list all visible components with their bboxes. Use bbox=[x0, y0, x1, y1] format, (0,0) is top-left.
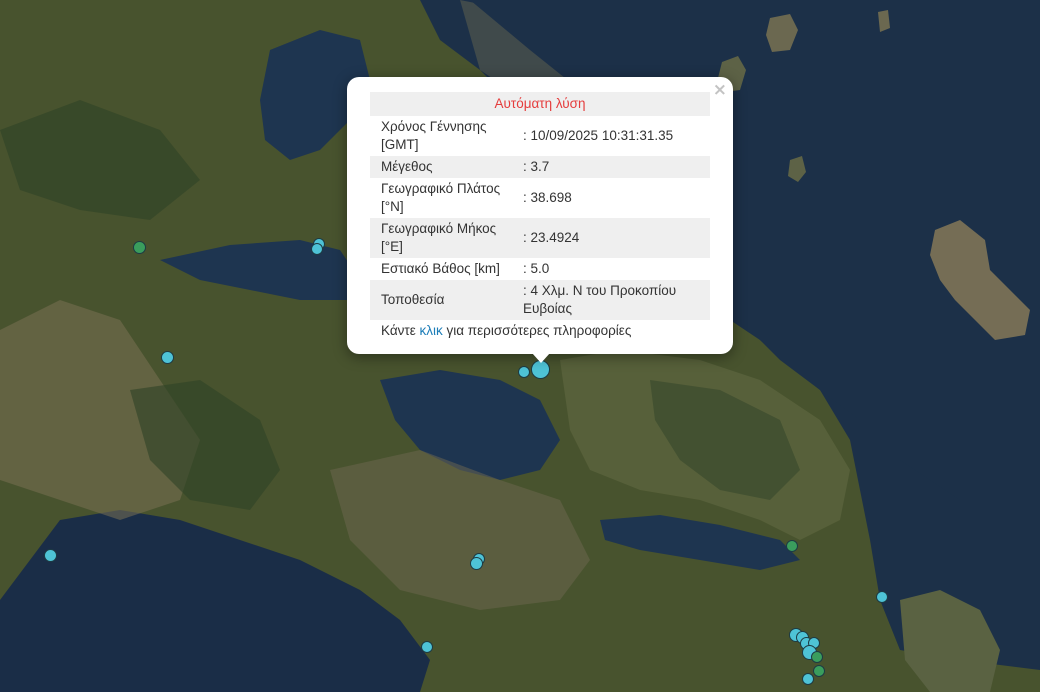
more-info-link[interactable]: κλικ bbox=[420, 323, 443, 338]
table-row: Τοποθεσία : 4 Χλμ. Ν του Προκοπίου Ευβοί… bbox=[370, 280, 710, 320]
earthquake-info-popup: × Αυτόματη λύση Χρόνος Γέννησης [GMT] : … bbox=[347, 77, 733, 354]
popup-tip bbox=[532, 353, 550, 363]
map-view[interactable]: × Αυτόματη λύση Χρόνος Γέννησης [GMT] : … bbox=[0, 0, 1040, 692]
earthquake-marker[interactable] bbox=[470, 557, 483, 570]
earthquake-marker[interactable] bbox=[133, 241, 146, 254]
row-label: Γεωγραφικό Μήκος [°E] bbox=[381, 221, 497, 254]
table-row: Χρόνος Γέννησης [GMT] : 10/09/2025 10:31… bbox=[370, 116, 710, 156]
earthquake-marker[interactable] bbox=[311, 243, 323, 255]
row-value: : 5.0 bbox=[523, 261, 550, 276]
earthquake-marker[interactable] bbox=[876, 591, 888, 603]
row-value: : 38.698 bbox=[523, 190, 572, 205]
solution-type-title: Αυτόματη λύση bbox=[370, 92, 710, 116]
row-value: : 4 Χλμ. Ν του Προκοπίου Ευβοίας bbox=[523, 283, 677, 316]
row-label: Εστιακό Βάθος [km] bbox=[381, 261, 500, 276]
earthquake-details-table: Αυτόματη λύση Χρόνος Γέννησης [GMT] : 10… bbox=[370, 92, 710, 320]
popup-close-icon[interactable]: × bbox=[713, 80, 727, 100]
row-value: : 23.4924 bbox=[523, 230, 580, 245]
row-label: Τοποθεσία bbox=[381, 292, 445, 307]
earthquake-marker[interactable] bbox=[518, 366, 530, 378]
earthquake-marker[interactable] bbox=[786, 540, 798, 552]
earthquake-marker[interactable] bbox=[44, 549, 57, 562]
earthquake-marker[interactable] bbox=[421, 641, 433, 653]
table-row: Εστιακό Βάθος [km] : 5.0 bbox=[370, 258, 710, 280]
earthquake-marker[interactable] bbox=[811, 651, 823, 663]
table-row: Γεωγραφικό Μήκος [°E] : 23.4924 bbox=[370, 218, 710, 258]
earthquake-marker[interactable] bbox=[813, 665, 825, 677]
row-label: Γεωγραφικό Πλάτος [°N] bbox=[381, 181, 501, 214]
row-value: : 10/09/2025 10:31:31.35 bbox=[523, 128, 674, 143]
table-row: Μέγεθος : 3.7 bbox=[370, 156, 710, 178]
popup-footer: Κάντε κλικ για περισσότερες πληροφορίες bbox=[370, 323, 710, 338]
earthquake-marker[interactable] bbox=[802, 673, 814, 685]
row-label: Μέγεθος bbox=[381, 159, 433, 174]
footer-suffix: για περισσότερες πληροφορίες bbox=[442, 323, 632, 338]
row-value: : 3.7 bbox=[523, 159, 550, 174]
table-row: Γεωγραφικό Πλάτος [°N] : 38.698 bbox=[370, 178, 710, 218]
footer-prefix: Κάντε bbox=[381, 323, 420, 338]
row-label: Χρόνος Γέννησης [GMT] bbox=[381, 119, 487, 152]
earthquake-marker[interactable] bbox=[161, 351, 174, 364]
